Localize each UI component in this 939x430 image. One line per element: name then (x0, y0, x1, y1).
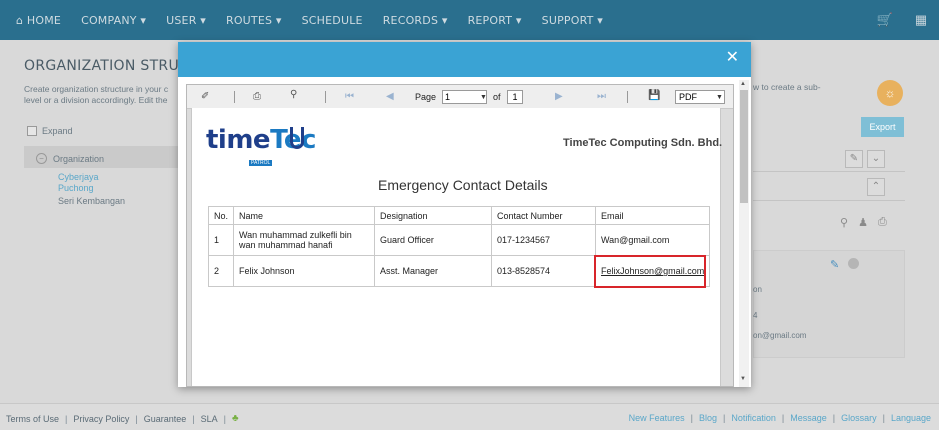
column-header: Designation (374, 206, 493, 225)
last-page-icon[interactable]: ⏭ (597, 91, 606, 102)
page-description: Create organization structure in your c … (24, 84, 169, 105)
guarantee-link[interactable]: Guarantee (144, 414, 187, 424)
nav-icons: 🛒 ▦ (867, 0, 939, 40)
tree-item-seri-kembangan[interactable]: Seri Kembangan (58, 196, 125, 206)
nav-records[interactable]: RECORDS ▾ (373, 14, 458, 27)
blog-link[interactable]: Blog (699, 413, 717, 423)
expand-toggle[interactable]: Expand (27, 126, 73, 136)
tree-root[interactable]: − Organization (36, 153, 104, 164)
android-icon[interactable]: ♣ (232, 413, 239, 424)
detail-card (753, 250, 905, 358)
cell-contact: 017-1234567 (491, 224, 597, 256)
sla-link[interactable]: SLA (201, 414, 218, 424)
tree-root-label: Organization (53, 153, 105, 164)
footer-links-left: Terms of Use | Privacy Policy | Guarante… (6, 413, 239, 424)
page-count: 1 (507, 90, 523, 104)
column-header: Email (595, 206, 711, 225)
tree-item-cyberjaya[interactable]: Cyberjaya (58, 172, 99, 182)
right-description: w to create a sub- (753, 82, 821, 92)
cart-icon[interactable]: 🛒 (867, 12, 903, 28)
grid-icon[interactable]: ▦ (903, 12, 939, 28)
cell-contact: 013-8528574 (491, 255, 597, 287)
report-title: Emergency Contact Details (378, 177, 548, 193)
cell-designation: Asst. Manager (374, 255, 493, 287)
of-label: of (493, 92, 501, 102)
scrollbar-thumb[interactable] (740, 90, 748, 203)
logo-patrol-tag: PATROL (249, 160, 273, 166)
cell-name: Felix Johnson (233, 255, 376, 287)
company-name: TimeTec Computing Sdn. Bhd. (563, 137, 723, 149)
modal-header: ✕ (178, 42, 751, 77)
card-status-icon (848, 258, 859, 269)
cell-email: Wan@gmail.com (595, 224, 711, 256)
cell-designation: Guard Officer (374, 224, 493, 256)
page-label: Page (415, 92, 437, 102)
column-header: Contact Number (491, 206, 597, 225)
chevron-down-icon[interactable]: ⌄ (867, 150, 885, 168)
nav-routes[interactable]: ROUTES ▾ (216, 14, 292, 27)
top-navigation: ⌂ HOME COMPANY ▾ USER ▾ ROUTES ▾ SCHEDUL… (0, 0, 939, 40)
tree-item-puchong[interactable]: Puchong (58, 183, 94, 193)
chevron-down-icon[interactable]: ▼ (480, 94, 487, 101)
cell-name: Wan muhammad zulkefli bin wan muhammad h… (233, 224, 376, 256)
footer-links-right: New Features | Blog | Notification | Mes… (628, 413, 931, 423)
collapse-icon[interactable]: − (36, 153, 47, 164)
glossary-link[interactable]: Glossary (841, 413, 877, 423)
export-button[interactable]: Export (861, 117, 904, 137)
scroll-up-icon[interactable]: ▲ (740, 81, 746, 87)
notification-link[interactable]: Notification (731, 413, 776, 423)
message-link[interactable]: Message (790, 413, 827, 423)
new-features-link[interactable]: New Features (629, 413, 685, 423)
add-user-icon[interactable]: ♟ (858, 216, 868, 229)
terms-link[interactable]: Terms of Use (6, 414, 59, 424)
nav-report[interactable]: REPORT ▾ (458, 14, 532, 27)
expand-checkbox[interactable] (27, 126, 37, 136)
card-text: on@gmail.com (753, 331, 807, 340)
language-link[interactable]: Language (891, 413, 931, 423)
table-row: 1 Wan muhammad zulkefli bin wan muhammad… (207, 224, 711, 256)
search-icon[interactable]: ⚲ (840, 216, 848, 229)
card-edit-icon[interactable]: ✎ (830, 258, 839, 271)
privacy-link[interactable]: Privacy Policy (73, 414, 129, 424)
nav-user[interactable]: USER ▾ (156, 14, 216, 27)
cell-no: 1 (207, 224, 235, 256)
chevron-up-icon[interactable]: ⌃ (867, 178, 885, 196)
tools-icon[interactable]: ✐ (201, 91, 209, 102)
first-page-icon[interactable]: ⏮ (345, 91, 354, 102)
shield-icon (290, 127, 304, 149)
nav-company[interactable]: COMPANY ▾ (71, 14, 156, 27)
panel-icons: ⚲ ♟ ⎙ (840, 216, 887, 229)
print-icon[interactable]: ⎙ (253, 91, 261, 102)
highlight-box (594, 255, 706, 288)
next-page-icon[interactable]: ▶ (555, 91, 563, 102)
column-header: Name (233, 206, 376, 225)
help-icon[interactable]: ☼ (877, 80, 903, 106)
card-text: 4 (753, 311, 758, 320)
previous-page-icon[interactable]: ◀ (386, 91, 394, 102)
nav-schedule[interactable]: SCHEDULE (292, 14, 373, 27)
footer: Terms of Use | Privacy Policy | Guarante… (0, 403, 939, 430)
edit-icon[interactable]: ✎ (845, 150, 863, 168)
save-icon[interactable]: 💾 (648, 90, 660, 101)
expand-label: Expand (42, 126, 73, 136)
table-header-row: No. Name Designation Contact Number Emai… (207, 206, 711, 225)
cell-no: 2 (207, 255, 235, 287)
find-icon[interactable]: ⚲ (290, 89, 297, 100)
column-header: No. (207, 206, 235, 225)
nav-support[interactable]: SUPPORT ▾ (532, 14, 613, 27)
divider (753, 171, 905, 172)
card-text: on (753, 285, 762, 294)
close-icon[interactable]: ✕ (726, 50, 739, 66)
chevron-down-icon[interactable]: ▼ (716, 94, 723, 101)
nav-home[interactable]: ⌂ HOME (0, 14, 71, 27)
print-icon[interactable]: ⎙ (878, 216, 887, 229)
divider (753, 200, 905, 201)
scroll-down-icon[interactable]: ▼ (740, 376, 746, 382)
